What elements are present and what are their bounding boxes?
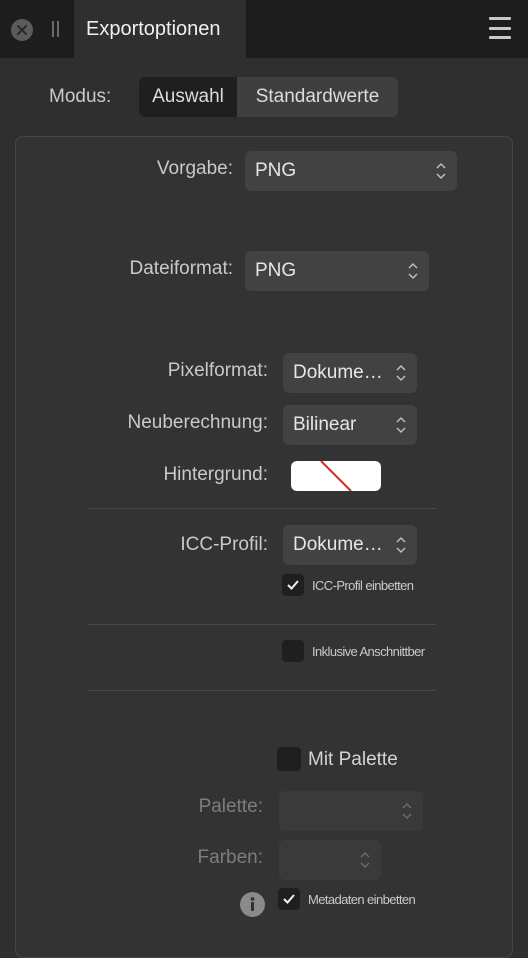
mode-segmented-control: Auswahl Standardwerte [139,77,398,117]
preset-value: PNG [255,160,297,181]
resampling-select[interactable]: Bilinear [283,405,417,445]
checkmark-icon [283,894,295,904]
info-icon[interactable] [240,892,265,917]
resampling-label: Neuberechnung: [127,412,269,433]
chevron-updown-icon [396,536,406,554]
include-bleed-checkbox[interactable] [282,640,304,662]
mode-option-selection[interactable]: Auswahl [139,77,237,117]
palette-select[interactable] [279,791,423,831]
pixel-format-value: Dokume… [293,362,383,383]
embed-metadata-label: Metadaten einbetten [308,892,416,907]
embed-metadata-checkbox[interactable] [278,888,300,910]
chevron-updown-icon [396,364,406,382]
close-icon[interactable] [11,19,33,41]
palette-label: Palette: [198,796,263,817]
background-label: Hintergrund: [163,464,268,485]
chevron-updown-icon [360,851,370,869]
checkmark-icon [287,580,299,590]
embed-icc-label: ICC-Profil einbetten [312,578,414,593]
mode-label: Modus: [49,86,112,107]
colors-stepper[interactable] [279,840,381,880]
icc-profile-value: Dokume… [293,534,383,555]
icc-profile-select[interactable]: Dokume… [283,525,417,565]
chevron-updown-icon [436,162,446,180]
resampling-value: Bilinear [293,414,357,435]
include-bleed-label: Inklusive Anschnittber [312,644,425,659]
embed-icc-checkbox[interactable] [282,574,304,596]
preset-label: Vorgabe: [156,158,233,179]
grip-icon[interactable] [52,21,60,37]
chevron-updown-icon [408,262,418,280]
separator [88,690,436,691]
file-format-value: PNG [255,260,297,281]
with-palette-label: Mit Palette [308,749,398,770]
preset-select[interactable]: PNG [245,151,457,191]
separator [88,508,436,509]
chevron-updown-icon [402,802,412,820]
pixel-format-select[interactable]: Dokume… [283,353,417,393]
tab-exportoptionen[interactable]: Exportoptionen [74,0,246,58]
chevron-updown-icon [396,416,406,434]
icc-profile-label: ICC-Profil: [180,534,268,555]
hamburger-menu-icon[interactable] [489,17,511,39]
tab-title: Exportoptionen [86,17,221,40]
with-palette-checkbox[interactable] [277,747,301,771]
pixel-format-label: Pixelformat: [167,360,268,381]
separator [88,624,436,625]
background-color-swatch[interactable] [291,461,381,491]
file-format-select[interactable]: PNG [245,251,429,291]
mode-option-defaults[interactable]: Standardwerte [237,77,398,117]
file-format-label: Dateiformat: [129,258,233,279]
colors-label: Farben: [197,847,263,868]
